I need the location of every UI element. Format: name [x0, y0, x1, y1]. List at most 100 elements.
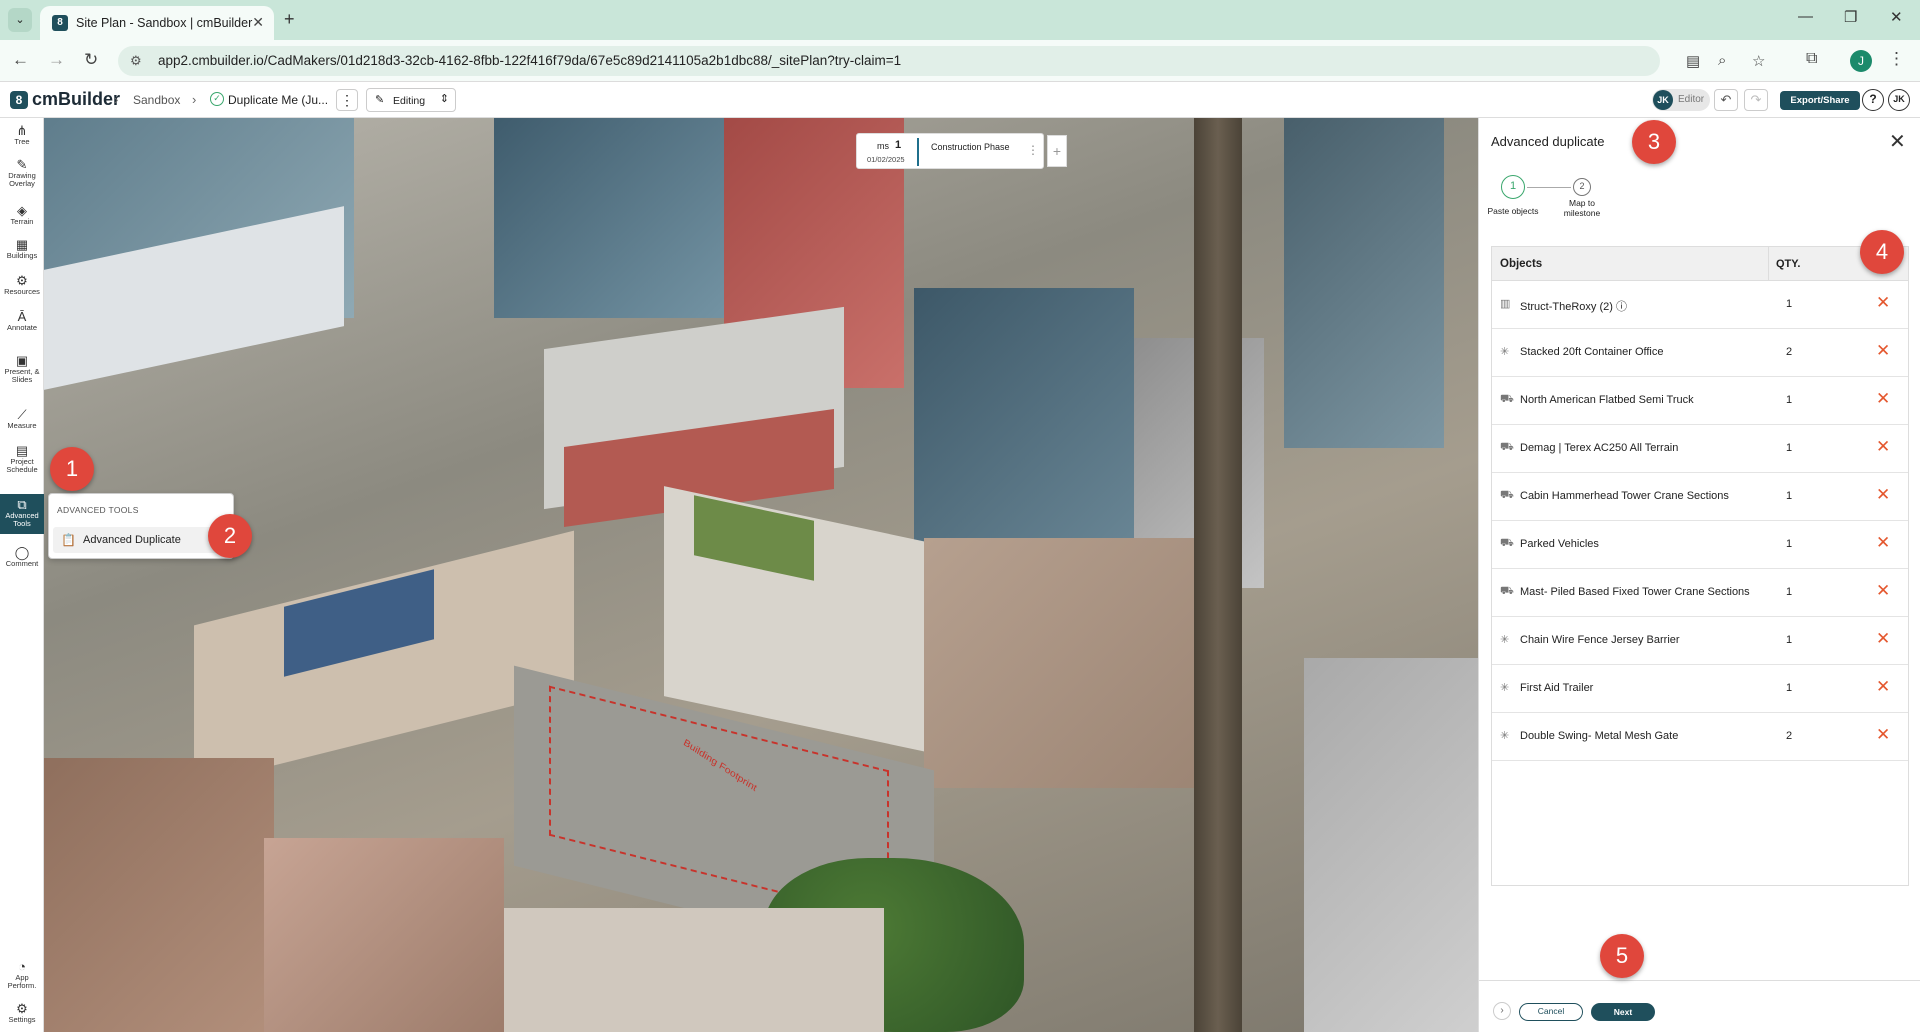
extensions-icon[interactable]: ⧉ [1806, 50, 1817, 68]
remove-row-icon[interactable]: ✕ [1876, 725, 1890, 745]
remove-row-icon[interactable]: ✕ [1876, 437, 1890, 457]
rail-item-resources[interactable]: ⚙ Resources [0, 274, 44, 300]
settings-icon: ⚙ [16, 1001, 28, 1016]
drawing-overlay-icon: ✎ [16, 157, 28, 172]
table-row[interactable]: ▥ Struct-TheRoxy (2) ⓘ 1 ✕ [1492, 281, 1908, 329]
back-icon[interactable]: ← [12, 50, 29, 70]
annotation-callout-1: 1 [50, 447, 94, 491]
table-row[interactable]: ✳ Chain Wire Fence Jersey Barrier 1 ✕ [1492, 617, 1908, 665]
bookmark-star-icon[interactable]: ☆ [1752, 52, 1765, 70]
3d-map-viewport[interactable]: Building Footprint ▨ ⇡ ⊕ 2D ☰ [44, 118, 1478, 1032]
rail-item-drawing-overlay[interactable]: ✎ Drawing Overlay [0, 158, 44, 194]
building-footprint-label: Building Footprint [681, 737, 759, 794]
rail-item-advanced-tools[interactable]: ⧉ Advanced Tools [0, 494, 44, 534]
reload-icon[interactable]: ↻ [84, 50, 98, 70]
next-button[interactable]: Next [1591, 1003, 1655, 1021]
breadcrumb-sandbox[interactable]: Sandbox [133, 93, 180, 107]
object-qty: 1 [1786, 394, 1793, 406]
clipboard-icon[interactable]: ▤ [1686, 52, 1700, 70]
column-qty: QTY. [1776, 258, 1801, 270]
browser-tab[interactable]: 8 Site Plan - Sandbox | cmBuilder ✕ [40, 6, 274, 40]
milestone-date: 01/02/2025 [867, 155, 905, 164]
step-connector [1527, 187, 1571, 188]
map-building [264, 838, 504, 1032]
rail-item-present-slides[interactable]: ▣ Present, & Slides [0, 354, 44, 390]
zoom-icon[interactable]: ⌕ [1718, 52, 1726, 69]
equipment-icon: ⛟ [1500, 441, 1514, 453]
object-qty: 1 [1786, 442, 1793, 454]
rail-item-comment[interactable]: ◯ Comment [0, 546, 44, 572]
object-name: Demag | Terex AC250 All Terrain [1520, 442, 1679, 454]
user-menu-button[interactable]: JK [1888, 89, 1910, 111]
advanced-tools-menu: ADVANCED TOOLS 📋 Advanced Duplicate [48, 493, 234, 559]
project-menu-button[interactable]: ⋮ [336, 89, 358, 111]
table-row[interactable]: ✳ First Aid Trailer 1 ✕ [1492, 665, 1908, 713]
remove-row-icon[interactable]: ✕ [1876, 629, 1890, 649]
new-tab-icon[interactable]: + [284, 9, 295, 30]
rail-item-measure[interactable]: ⟋ Measure [0, 408, 44, 434]
rail-item-annotate[interactable]: Ā Annotate [0, 310, 44, 336]
object-name: North American Flatbed Semi Truck [1520, 394, 1694, 406]
remove-row-icon[interactable]: ✕ [1876, 485, 1890, 505]
table-row[interactable]: ⛟ North American Flatbed Semi Truck 1 ✕ [1492, 377, 1908, 425]
building-icon: ▥ [1500, 298, 1511, 310]
remove-row-icon[interactable]: ✕ [1876, 581, 1890, 601]
tab-close-icon[interactable]: ✕ [252, 14, 264, 31]
mode-select[interactable]: ✎ Editing ⇕ [366, 88, 456, 112]
tool-rail: ⋔ Tree ✎ Drawing Overlay ◈ Terrain ▦ Bui… [0, 118, 44, 1032]
table-row[interactable]: ⛟ Mast- Piled Based Fixed Tower Crane Se… [1492, 569, 1908, 617]
address-bar-row: ← → ↻ ⚙ app2.cmbuilder.io/CadMakers/01d2… [0, 40, 1920, 82]
panel-close-icon[interactable]: ✕ [1889, 129, 1906, 154]
remove-row-icon[interactable]: ✕ [1876, 389, 1890, 409]
help-button[interactable]: ? [1862, 89, 1884, 111]
remove-row-icon[interactable]: ✕ [1876, 341, 1890, 361]
updown-caret-icon: ⇕ [439, 93, 449, 105]
rail-item-app-performance[interactable]: ◔ App Perform. [0, 960, 44, 996]
terrain-icon: ◈ [17, 203, 27, 218]
table-row[interactable]: ✳ Stacked 20ft Container Office 2 ✕ [1492, 329, 1908, 377]
forward-icon[interactable]: → [48, 50, 65, 70]
redo-button[interactable]: ↷ [1744, 89, 1768, 111]
object-name: Stacked 20ft Container Office [1520, 346, 1664, 358]
site-info-icon[interactable]: ⚙ [130, 53, 142, 69]
profile-avatar[interactable]: J [1850, 50, 1872, 72]
rail-item-tree[interactable]: ⋔ Tree [0, 124, 44, 150]
column-objects: Objects [1500, 258, 1543, 270]
advanced-duplicate-menu-item[interactable]: 📋 Advanced Duplicate [53, 527, 227, 553]
add-milestone-button[interactable]: + [1047, 135, 1067, 167]
url-text[interactable]: app2.cmbuilder.io/CadMakers/01d218d3-32c… [158, 53, 901, 68]
equipment-icon: ⛟ [1500, 537, 1514, 549]
expand-panel-icon[interactable]: › [1493, 1002, 1511, 1020]
remove-row-icon[interactable]: ✕ [1876, 677, 1890, 697]
app-logo-text: cmBuilder [32, 89, 121, 109]
rail-item-terrain[interactable]: ◈ Terrain [0, 204, 44, 230]
breadcrumb-project[interactable]: Duplicate Me (Ju... [228, 93, 328, 107]
rail-item-project-schedule[interactable]: ▤ Project Schedule [0, 444, 44, 480]
omnibox[interactable]: ⚙ app2.cmbuilder.io/CadMakers/01d218d3-3… [118, 46, 1765, 76]
rail-item-buildings[interactable]: ▦ Buildings [0, 238, 44, 264]
restore-icon[interactable]: ❐ [1844, 8, 1857, 26]
measure-icon: ⟋ [17, 407, 27, 422]
rail-item-settings[interactable]: ⚙ Settings [0, 1002, 44, 1028]
export-share-button[interactable]: Export/Share [1780, 91, 1860, 110]
minimize-icon[interactable]: — [1798, 8, 1813, 25]
map-building [1284, 118, 1444, 448]
resource-icon: ✳ [1500, 682, 1510, 694]
window-close-icon[interactable]: ✕ [1890, 8, 1903, 26]
tab-search-chevron-icon[interactable]: ⌄ [8, 8, 32, 32]
milestone-number: 1 [895, 139, 902, 151]
table-row[interactable]: ⛟ Cabin Hammerhead Tower Crane Sections … [1492, 473, 1908, 521]
cancel-button[interactable]: Cancel [1519, 1003, 1583, 1021]
milestone-card[interactable]: ms 1 01/02/2025 Construction Phase ⋮ [856, 133, 1044, 169]
milestone-menu-icon[interactable]: ⋮ [1027, 143, 1039, 157]
browser-menu-icon[interactable]: ⋮ [1888, 49, 1905, 69]
undo-button[interactable]: ↶ [1714, 89, 1738, 111]
map-building [924, 538, 1204, 788]
object-qty: 1 [1786, 298, 1793, 310]
table-row[interactable]: ⛟ Parked Vehicles 1 ✕ [1492, 521, 1908, 569]
map-building [494, 118, 724, 318]
remove-row-icon[interactable]: ✕ [1876, 533, 1890, 553]
table-row[interactable]: ⛟ Demag | Terex AC250 All Terrain 1 ✕ [1492, 425, 1908, 473]
remove-row-icon[interactable]: ✕ [1876, 293, 1890, 313]
table-row[interactable]: ✳ Double Swing- Metal Mesh Gate 2 ✕ [1492, 713, 1908, 761]
